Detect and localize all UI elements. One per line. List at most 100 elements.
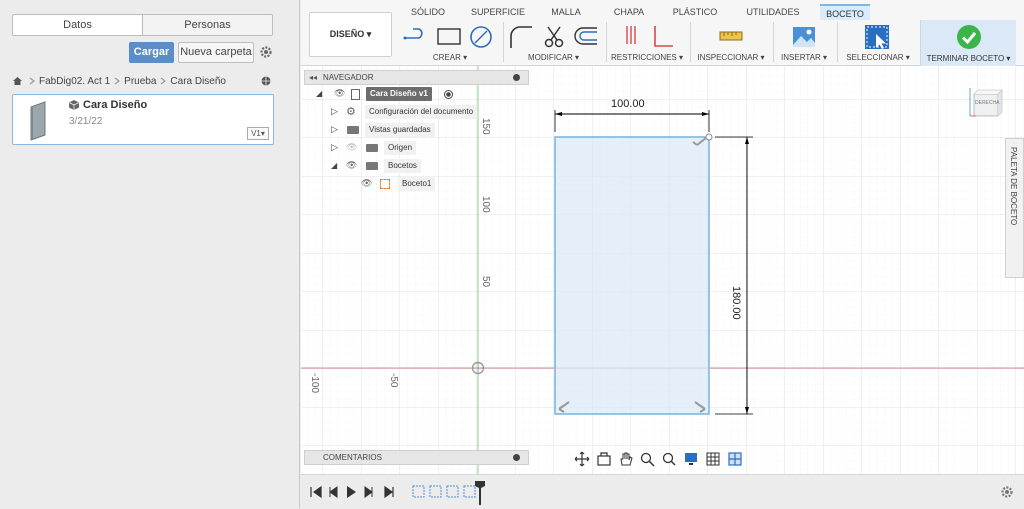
file-name: Cara Diseño	[83, 99, 148, 111]
sketch-palette-tab[interactable]: PALETA DE BOCETO	[1005, 138, 1024, 278]
breadcrumb-item-folder[interactable]: Prueba	[124, 76, 156, 87]
look-at-icon[interactable]	[595, 451, 613, 467]
select-window-icon[interactable]	[864, 24, 890, 50]
tree-item-sketches[interactable]: Bocetos	[384, 159, 421, 173]
orbit-move-icon[interactable]	[573, 451, 591, 467]
tree-row-doc-settings[interactable]: ▷ ⚙ Configuración del documento	[304, 103, 529, 121]
insert-image-icon[interactable]	[791, 24, 817, 50]
circle-tool-icon[interactable]	[468, 24, 494, 50]
toolbar-tabs: SÓLIDO SUPERFICIE MALLA CHAPA PLÁSTICO U…	[301, 4, 1024, 20]
folder-icon	[347, 126, 359, 134]
file-title: Cara Diseño	[68, 99, 148, 111]
trim-scissors-icon[interactable]	[541, 24, 567, 50]
data-panel: Datos Personas Cargar Nueva carpeta FabD…	[0, 0, 300, 508]
axis-label-minus100: -100	[309, 373, 320, 394]
comments-panel[interactable]: COMENTARIOS	[304, 450, 529, 465]
select-menu[interactable]: SELECCIONAR ▾	[840, 53, 916, 62]
document-icon	[351, 89, 360, 100]
tab-plastic[interactable]: PLÁSTICO	[670, 4, 720, 20]
expand-triangle-icon[interactable]: ▷	[331, 124, 338, 135]
activate-radio-icon[interactable]	[444, 90, 453, 99]
home-icon[interactable]	[12, 76, 23, 86]
gear-icon[interactable]	[259, 45, 273, 59]
eye-icon[interactable]: 👁	[346, 160, 357, 171]
display-settings-icon[interactable]	[683, 451, 701, 467]
modify-menu[interactable]: MODIFICAR ▾	[505, 53, 602, 62]
tab-mesh[interactable]: MALLA	[541, 4, 591, 20]
globe-settings-icon[interactable]	[260, 75, 272, 87]
grid-settings-icon[interactable]	[705, 451, 723, 467]
version-dropdown[interactable]: V1▾	[247, 127, 269, 140]
tree-row-root[interactable]: ◢ 👁 Cara Diseño v1	[304, 85, 529, 103]
component-cube-icon	[68, 100, 80, 110]
axis-label-50: 50	[480, 276, 491, 288]
offset-tool-icon[interactable]	[573, 24, 599, 50]
file-card[interactable]: Cara Diseño 3/21/22 V1▾	[12, 94, 274, 145]
tab-utilities[interactable]: UTILIDADES	[741, 4, 805, 20]
eye-icon[interactable]: 👁	[334, 88, 345, 99]
play-icon	[347, 486, 356, 498]
select-group: SELECCIONAR ▾	[840, 20, 916, 62]
tab-personas[interactable]: Personas	[142, 15, 272, 35]
toolbar-divider	[773, 22, 774, 62]
version-label: V1	[251, 129, 261, 138]
gear-icon[interactable]	[1000, 485, 1014, 499]
fillet-tool-icon[interactable]	[508, 24, 534, 50]
constraints-group: RESTRICCIONES ▾	[609, 20, 685, 62]
expand-triangle-icon[interactable]: ◢	[331, 161, 337, 170]
eye-icon[interactable]: 👁	[361, 178, 372, 189]
breadcrumb-item-project[interactable]: FabDig02. Act 1	[39, 76, 110, 87]
expand-triangle-icon[interactable]: ◢	[316, 89, 322, 98]
tree-item-named-views[interactable]: Vistas guardadas	[365, 123, 435, 137]
zoom-window-icon[interactable]	[639, 451, 657, 467]
sketch-palette-label: PALETA DE BOCETO	[1009, 147, 1018, 226]
perpendicular-constraint-icon[interactable]	[649, 24, 675, 50]
tree-item-origin[interactable]: Origen	[384, 141, 417, 155]
data-panel-tabs: Datos Personas	[12, 14, 273, 36]
view-cube[interactable]: DERECHA	[968, 86, 1004, 120]
checkmark-icon	[957, 25, 981, 49]
width-dimension-value[interactable]: 100.00	[611, 98, 645, 110]
workspace-switcher[interactable]: DISEÑO ▾	[309, 12, 392, 57]
tree-item-sketch1[interactable]: Boceto1	[398, 177, 436, 191]
constraints-menu[interactable]: RESTRICCIONES ▾	[609, 53, 685, 62]
tab-solid[interactable]: SÓLIDO	[403, 4, 453, 20]
upload-button[interactable]: Cargar	[129, 42, 174, 63]
tab-datos[interactable]: Datos	[13, 15, 142, 35]
line-tool-icon[interactable]	[403, 24, 429, 50]
tree-item-root[interactable]: Cara Diseño v1	[366, 87, 432, 101]
go-to-end-icon	[384, 485, 394, 499]
tree-row-sketch1[interactable]: 👁 Boceto1	[304, 175, 529, 193]
breadcrumb-item-file: Cara Diseño	[170, 75, 226, 87]
tree-row-sketches[interactable]: ◢ 👁 Bocetos	[304, 157, 529, 175]
eye-hidden-icon[interactable]: 👁	[346, 142, 357, 153]
tab-surface[interactable]: SUPERFICIE	[468, 4, 528, 20]
insert-menu[interactable]: INSERTAR ▾	[775, 53, 833, 62]
new-folder-button[interactable]: Nueva carpeta	[178, 42, 254, 63]
expand-triangle-icon[interactable]: ▷	[331, 142, 338, 153]
expand-triangle-icon[interactable]: ▷	[331, 106, 338, 117]
step-forward-icon	[364, 486, 373, 498]
breadcrumb: FabDig02. Act 1 Prueba Cara Diseño	[12, 73, 274, 89]
navigator-header[interactable]: ◂◂ NAVEGADOR	[304, 70, 529, 85]
measure-icon[interactable]	[718, 24, 744, 50]
collapse-arrows-icon[interactable]: ◂◂	[309, 71, 317, 84]
rectangle-tool-icon[interactable]	[436, 24, 462, 50]
navigator-options-icon[interactable]	[513, 74, 520, 81]
tree-row-named-views[interactable]: ▷ Vistas guardadas	[304, 121, 529, 139]
tree-item-doc-settings[interactable]: Configuración del documento	[365, 105, 478, 119]
create-menu[interactable]: CREAR ▾	[401, 53, 499, 62]
viewports-icon[interactable]	[727, 451, 745, 467]
toolbar-divider	[606, 22, 607, 62]
height-dimension-value[interactable]: 180.00	[730, 286, 742, 320]
comments-options-icon[interactable]	[513, 454, 520, 461]
tab-sketch[interactable]: BOCETO	[820, 4, 870, 20]
finish-sketch-button[interactable]: TERMINAR BOCETO ▾	[920, 20, 1016, 66]
coincident-constraint-icon[interactable]	[621, 24, 647, 50]
pan-hand-icon[interactable]	[617, 451, 635, 467]
inspect-menu[interactable]: INSPECCIONAR ▾	[693, 53, 769, 62]
tab-sheet-metal[interactable]: CHAPA	[604, 4, 654, 20]
file-thumbnail	[30, 101, 46, 141]
zoom-icon[interactable]	[661, 451, 679, 467]
tree-row-origin[interactable]: ▷ 👁 Origen	[304, 139, 529, 157]
